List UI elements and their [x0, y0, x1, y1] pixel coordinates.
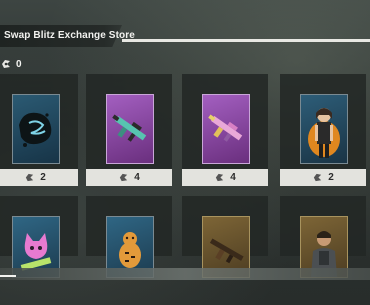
- item-price: 2: [40, 172, 46, 183]
- token-icon: [216, 173, 224, 182]
- price-tag: 2: [280, 169, 366, 186]
- store-item-sticker-cat[interactable]: [0, 196, 78, 278]
- store-item-sticker-tiger[interactable]: [86, 196, 172, 278]
- spray-art: [19, 112, 52, 147]
- item-price: 2: [328, 172, 334, 183]
- price-tag: 2: [0, 169, 78, 186]
- price-tag: 4: [182, 169, 268, 186]
- token-icon: [120, 173, 128, 182]
- store-item-weapon-gold[interactable]: [182, 196, 268, 278]
- item-art: [106, 94, 154, 164]
- token-icon: [26, 173, 34, 182]
- store-title: Swap Blitz Exchange Store: [4, 30, 135, 41]
- token-icon: [314, 173, 322, 182]
- store-item-weapon-teal[interactable]: 4: [86, 74, 172, 186]
- character-art: [308, 108, 340, 158]
- item-price: 4: [230, 172, 236, 183]
- store-item-spray[interactable]: 2: [0, 74, 78, 186]
- weapon-art: [112, 114, 147, 142]
- item-art: [202, 94, 250, 164]
- currency-amount: 0: [16, 58, 22, 70]
- weapon-art: [208, 114, 243, 142]
- store-item-weapon-pink[interactable]: 4: [182, 74, 268, 186]
- store-item-character[interactable]: 2: [280, 74, 366, 186]
- price-tag: 4: [86, 169, 172, 186]
- item-price: 4: [134, 172, 140, 183]
- bottom-bar: [0, 268, 370, 280]
- token-icon: [2, 60, 10, 68]
- store-item-operator[interactable]: [280, 196, 366, 278]
- scroll-indicator[interactable]: [0, 275, 16, 277]
- item-art: [12, 94, 60, 164]
- title-stripe: [122, 39, 370, 42]
- currency-display: 0: [0, 58, 22, 70]
- item-art: [300, 94, 348, 164]
